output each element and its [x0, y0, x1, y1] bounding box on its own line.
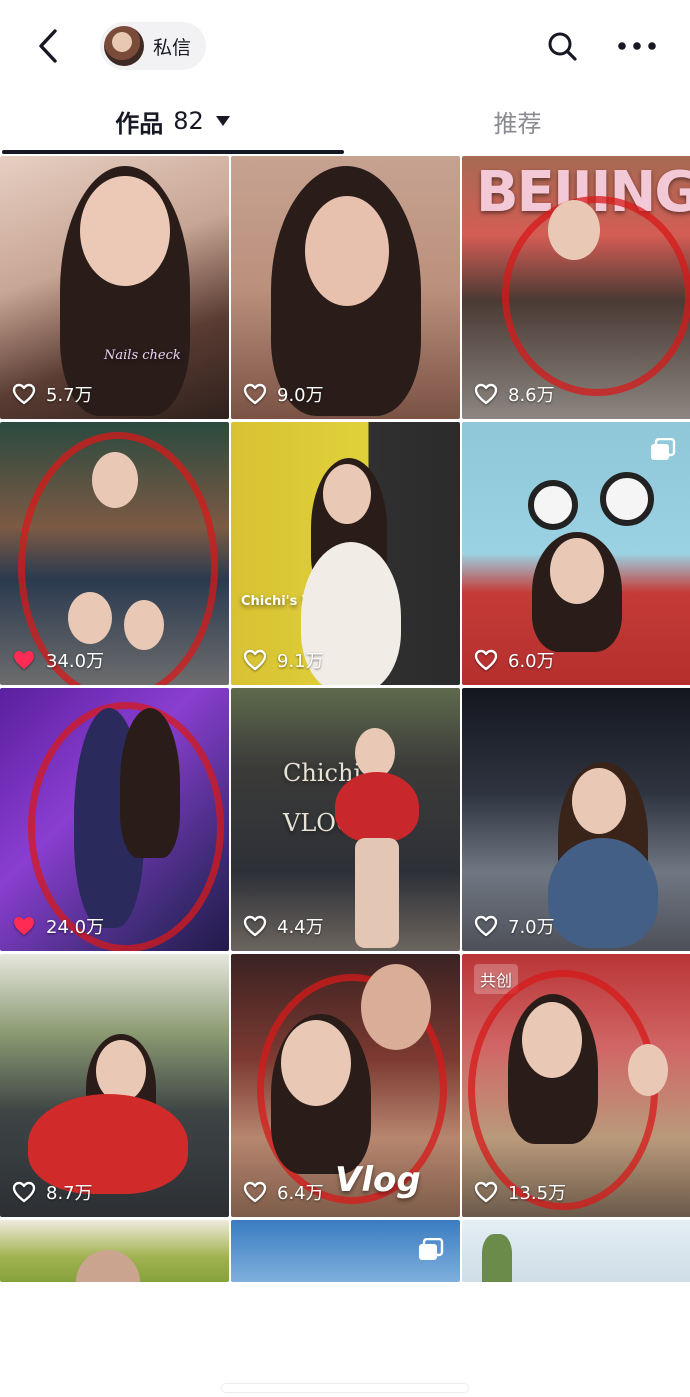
tab-recommend-label: 推荐	[493, 109, 542, 138]
back-arrow-icon	[39, 29, 57, 63]
avatar	[104, 26, 144, 66]
video-thumbnail[interactable]: 7.0万	[462, 688, 690, 951]
tab-works-label: 作品	[115, 109, 164, 138]
thumbnail-face	[281, 1020, 351, 1106]
like-count-value: 7.0万	[508, 917, 555, 938]
like-count-value: 6.4万	[277, 1183, 324, 1204]
thumbnail-face	[572, 768, 626, 834]
like-count-value: 24.0万	[46, 917, 105, 938]
like-count-value: 9.1万	[277, 651, 324, 672]
tab-works-count: 82	[173, 107, 204, 135]
caret-down-icon	[215, 116, 230, 126]
video-grid: Nails check 5.7万 9.0万 BEIJING 8.6万 34.0万	[0, 156, 690, 1282]
like-count: 8.7万	[12, 1179, 93, 1205]
home-indicator[interactable]	[222, 1384, 468, 1392]
video-thumbnail[interactable]	[231, 1220, 460, 1282]
like-count-value: 8.7万	[46, 1183, 93, 1204]
like-count: 6.4万	[243, 1179, 324, 1205]
video-thumbnail[interactable]: Nails check 5.7万	[0, 156, 229, 419]
heart-outline-icon	[12, 383, 36, 405]
thumbnail-face	[124, 600, 164, 650]
video-thumbnail[interactable]: 24.0万	[0, 688, 229, 951]
heart-filled-icon	[14, 917, 34, 935]
top-bar: 私信	[0, 0, 690, 92]
thumbnail-face	[548, 200, 600, 260]
thumbnail-caption: Nails check	[104, 348, 181, 363]
thumbnail-face	[305, 196, 389, 306]
tab-recommend[interactable]: 推荐	[345, 92, 690, 150]
like-count-value: 6.0万	[508, 651, 555, 672]
video-thumbnail[interactable]: 共创 13.5万	[462, 954, 690, 1217]
heart-outline-icon	[474, 649, 498, 671]
heart-outline-icon	[474, 915, 498, 937]
thumbnail-face	[96, 1040, 146, 1102]
like-count-value: 34.0万	[46, 651, 105, 672]
thumbnail-face	[68, 592, 112, 644]
like-count: 24.0万	[12, 913, 104, 939]
thumbnail-face	[550, 538, 604, 604]
like-count: 4.4万	[243, 913, 324, 939]
thumbnail-face	[80, 176, 170, 286]
like-count-value: 13.5万	[508, 1183, 567, 1204]
thumbnail-face	[355, 728, 395, 778]
video-thumbnail[interactable]: 9.0万	[231, 156, 460, 419]
heart-outline-icon	[243, 383, 267, 405]
heart-filled-icon	[14, 651, 34, 669]
profile-tabs: 作品 82 推荐	[0, 92, 690, 156]
like-count: 9.0万	[243, 381, 324, 407]
thumbnail-figure	[335, 772, 419, 842]
thumbnail-face	[323, 464, 371, 524]
video-thumbnail[interactable]: Vlog 6.4万	[231, 954, 460, 1217]
like-count: 8.6万	[474, 381, 555, 407]
thumbnail-caption: Chichi's VLOG	[283, 759, 380, 837]
thumbnail-face	[522, 1002, 582, 1078]
thumbnail-figure	[355, 838, 399, 948]
like-count: 7.0万	[474, 913, 555, 939]
heart-outline-icon	[474, 1181, 498, 1203]
direct-message-button[interactable]: 私信	[100, 22, 206, 70]
thumbnail-figure	[120, 708, 180, 858]
thumbnail-eye	[600, 472, 654, 526]
tab-works[interactable]: 作品 82	[0, 92, 345, 150]
thumbnail-eye	[528, 480, 578, 530]
heart-outline-icon	[243, 1181, 267, 1203]
thumbnail-figure	[548, 838, 658, 948]
video-thumbnail[interactable]: BEIJING 8.6万	[462, 156, 690, 419]
like-count: 13.5万	[474, 1179, 566, 1205]
like-count-value: 5.7万	[46, 385, 93, 406]
search-icon	[548, 32, 577, 61]
like-count-value: 9.0万	[277, 385, 324, 406]
like-count: 6.0万	[474, 647, 555, 673]
like-count: 5.7万	[12, 381, 93, 407]
like-count: 9.1万	[243, 647, 324, 673]
back-button[interactable]	[28, 24, 68, 68]
video-thumbnail[interactable]: Chichi's VLOG 4.4万	[231, 688, 460, 951]
heart-outline-icon	[243, 649, 267, 671]
video-thumbnail[interactable]	[462, 1220, 690, 1282]
like-count-value: 8.6万	[508, 385, 555, 406]
like-count-value: 4.4万	[277, 917, 324, 938]
thumbnail-face	[628, 1044, 668, 1096]
multi-image-icon	[651, 438, 676, 460]
video-thumbnail[interactable]: 34.0万	[0, 422, 229, 685]
more-dots-icon	[618, 42, 656, 50]
multi-image-icon	[419, 1238, 444, 1260]
thumbnail-face	[361, 964, 431, 1050]
search-button[interactable]	[542, 26, 582, 66]
heart-outline-icon	[243, 915, 267, 937]
thumbnail-palm	[482, 1234, 512, 1282]
thumbnail-face	[76, 1250, 140, 1282]
video-thumbnail[interactable]: Chichi's VLOG 9.1万	[231, 422, 460, 685]
heart-outline-icon	[12, 1181, 36, 1203]
direct-message-label: 私信	[153, 36, 192, 59]
more-options-button[interactable]	[614, 26, 660, 66]
video-thumbnail[interactable]: 6.0万	[462, 422, 690, 685]
video-thumbnail[interactable]	[0, 1220, 229, 1282]
video-thumbnail[interactable]: 8.7万	[0, 954, 229, 1217]
heart-outline-icon	[474, 383, 498, 405]
thumbnail-face	[92, 452, 138, 508]
active-tab-indicator	[2, 150, 344, 154]
thumbnail-caption: Vlog	[335, 1160, 421, 1200]
like-count: 34.0万	[12, 647, 104, 673]
